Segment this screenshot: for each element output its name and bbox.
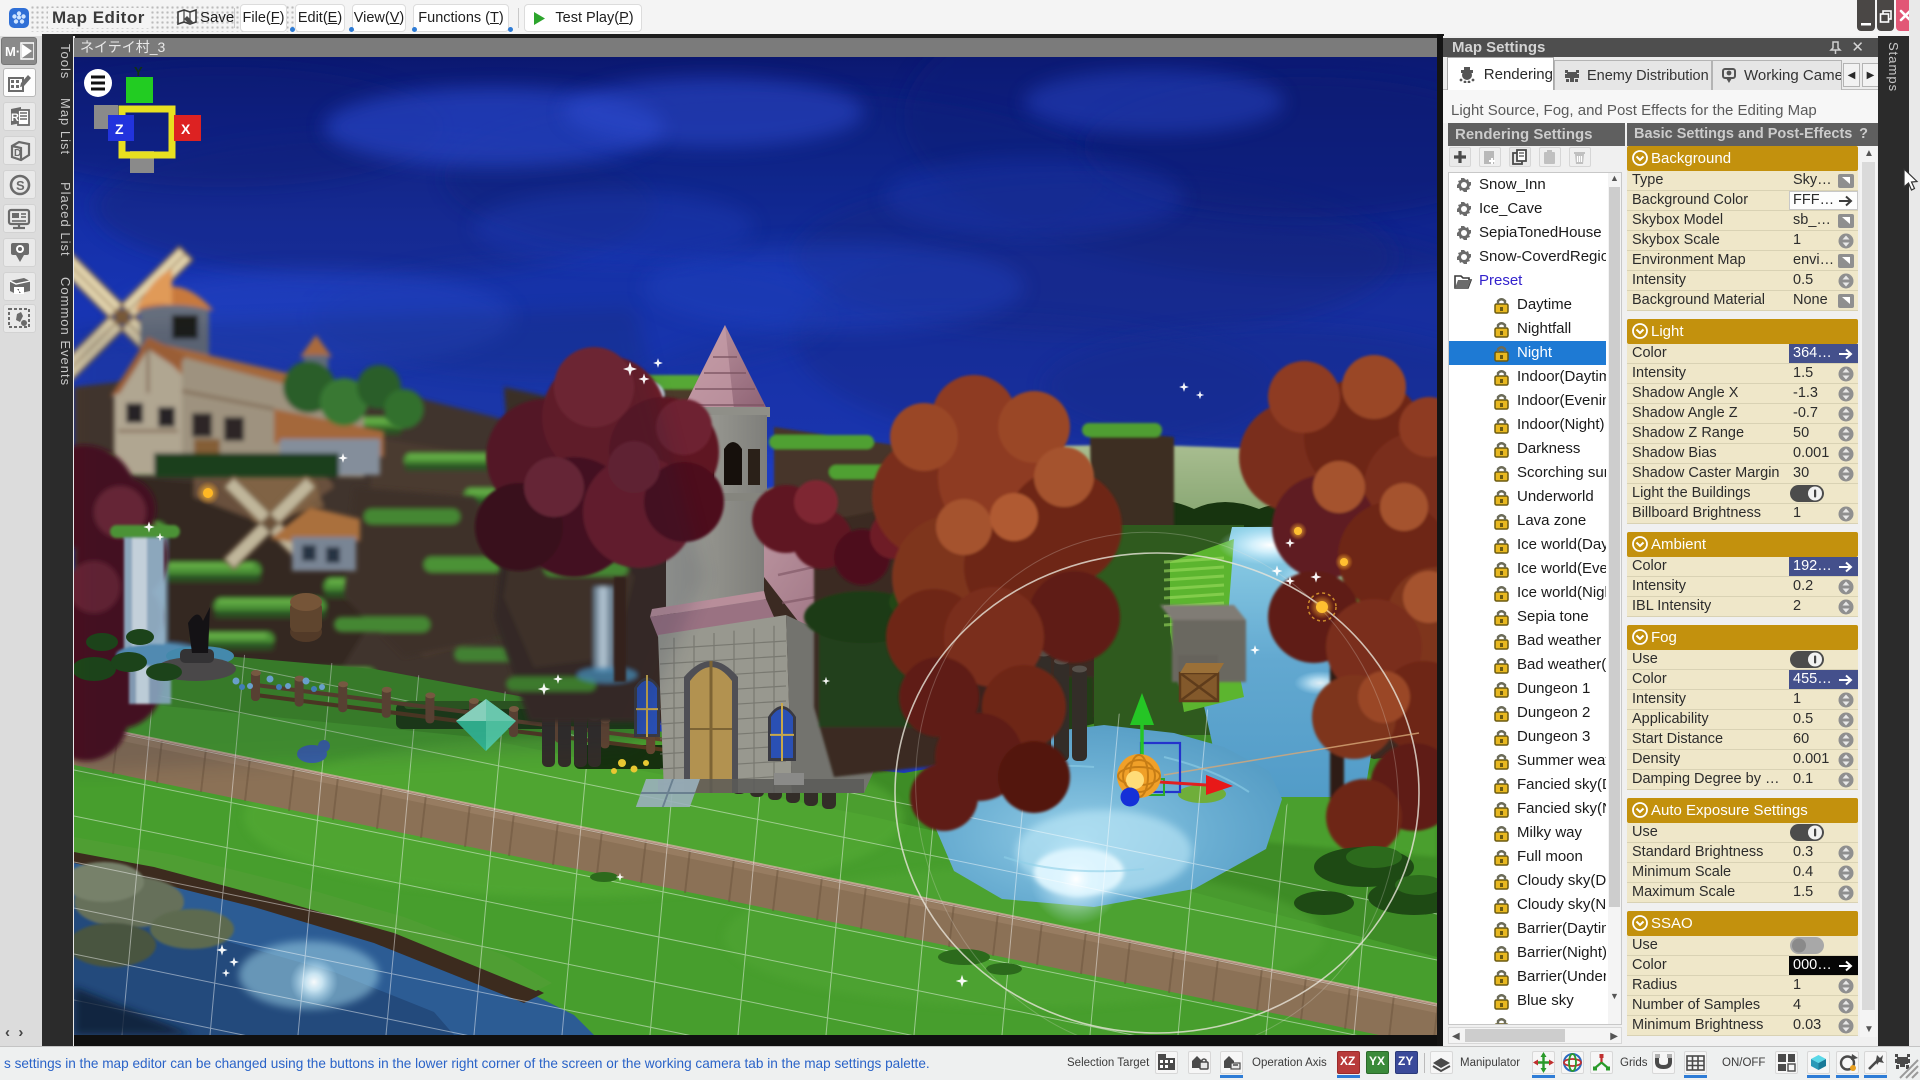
svg-text:Z: Z xyxy=(115,121,124,137)
svg-text:X: X xyxy=(181,121,191,137)
svg-text:S: S xyxy=(16,178,25,193)
svg-text:Y: Y xyxy=(134,64,143,79)
svg-text:D: D xyxy=(14,148,21,159)
svg-text:R: R xyxy=(11,112,19,124)
svg-text:M·: M· xyxy=(5,44,20,59)
